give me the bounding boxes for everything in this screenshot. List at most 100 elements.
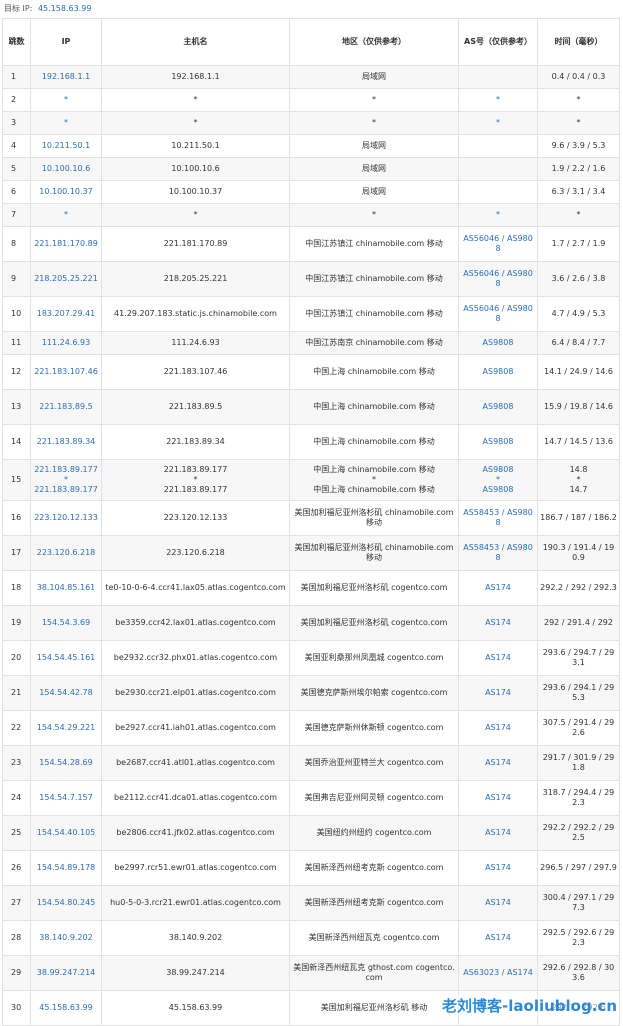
cell-time: 1.9 / 2.2 / 1.6 <box>537 157 620 181</box>
cell-hostname: 221.183.89.34 <box>101 424 290 460</box>
cell-as-link[interactable]: AS174 <box>458 675 538 711</box>
cell-hostname: 223.120.12.133 <box>101 500 290 536</box>
table-row: 5 10.100.10.6 10.100.10.6 局域网 1.9 / 2.2 / 1.… <box>2 157 620 181</box>
cell-region: * <box>289 88 459 112</box>
cell-as-link[interactable]: AS174 <box>458 885 538 921</box>
cell-ip-link[interactable]: 10.100.10.6 <box>30 157 102 181</box>
cell-time: 307.5 / 291.4 / 292.6 <box>537 710 620 746</box>
cell-time: * <box>537 111 620 135</box>
cell-hostname: hu0-5-0-3.rcr21.ewr01.atlas.cogentco.com <box>101 885 290 921</box>
cell-as-link[interactable]: AS9808 <box>458 354 538 390</box>
cell-ip-link[interactable]: 154.54.80.245 <box>30 885 102 921</box>
cell-region: 美国新泽西州纽考克斯 cogentco.com <box>289 850 459 886</box>
target-label: 目标 IP: <box>4 4 33 13</box>
cell-as-link <box>458 134 538 158</box>
cell-time: 3.6 / 2.6 / 3.8 <box>537 261 620 297</box>
cell-hostname: * <box>101 111 290 135</box>
cell-as-link[interactable]: AS174 <box>458 570 538 606</box>
cell-ip-link[interactable]: 221.183.89.177 * 221.183.89.177 <box>30 459 102 501</box>
cell-region: 美国加利福尼亚州洛杉矶 cogentco.com <box>289 570 459 606</box>
cell-as-link[interactable]: AS9808 * AS9808 <box>458 459 538 501</box>
cell-as-link[interactable]: AS63023 / AS174 <box>458 955 538 991</box>
cell-ip-link[interactable]: 192.168.1.1 <box>30 65 102 89</box>
cell-time: 15.9 / 19.8 / 14.6 <box>537 389 620 425</box>
table-header-row: 跳数 IP 主机名 地区（仅供参考） AS号（仅供参考） 时间（毫秒） <box>2 18 620 66</box>
cell-as-link[interactable]: AS174 <box>458 605 538 641</box>
cell-as-link[interactable]: AS58453 / AS9808 <box>458 500 538 536</box>
cell-as-link[interactable]: AS58453 / AS9808 <box>458 535 538 571</box>
cell-ip-link[interactable]: 154.54.28.69 <box>30 745 102 781</box>
cell-as-link[interactable]: AS174 <box>458 640 538 676</box>
cell-region: 中国上海 chinamobile.com 移动 <box>289 424 459 460</box>
cell-as-link[interactable]: AS9808 <box>458 331 538 355</box>
cell-as-link[interactable]: AS56046 / AS9808 <box>458 261 538 297</box>
cell-ip-link[interactable]: 45.158.63.99 <box>30 990 102 1026</box>
cell-hop: 13 <box>2 389 31 425</box>
cell-as-link[interactable]: AS174 <box>458 780 538 816</box>
cell-hostname: 192.168.1.1 <box>101 65 290 89</box>
cell-region: * <box>289 203 459 227</box>
cell-time: 292 / 291.4 / 292 <box>537 605 620 641</box>
cell-time: * <box>537 88 620 112</box>
header-hop: 跳数 <box>2 18 31 66</box>
target-ip-link[interactable]: 45.158.63.99 <box>38 4 91 13</box>
traceroute-table: 跳数 IP 主机名 地区（仅供参考） AS号（仅供参考） 时间（毫秒） 1 192… <box>2 18 620 1026</box>
cell-ip-link[interactable]: 10.100.10.37 <box>30 180 102 204</box>
cell-ip-link[interactable]: 10.211.50.1 <box>30 134 102 158</box>
cell-region: 中国江苏镇江 chinamobile.com 移动 <box>289 226 459 262</box>
cell-ip-link[interactable]: 154.54.3.69 <box>30 605 102 641</box>
table-row: 19 154.54.3.69 be3359.ccr42.lax01.atlas.co… <box>2 605 620 641</box>
cell-ip-link[interactable]: 38.99.247.214 <box>30 955 102 991</box>
cell-ip-link[interactable]: 38.140.9.202 <box>30 920 102 956</box>
cell-ip-link: * <box>30 203 102 227</box>
cell-as-link[interactable]: AS56046 / AS9808 <box>458 226 538 262</box>
cell-ip-link[interactable]: 154.54.45.161 <box>30 640 102 676</box>
cell-region: 中国上海 chinamobile.com 移动 <box>289 354 459 390</box>
cell-ip-link[interactable]: 38.104.85.161 <box>30 570 102 606</box>
cell-as-link[interactable]: AS174 <box>458 745 538 781</box>
cell-ip-link[interactable]: 154.54.89.178 <box>30 850 102 886</box>
cell-ip-link[interactable]: 154.54.40.105 <box>30 815 102 851</box>
cell-as-link[interactable]: AS174 <box>458 815 538 851</box>
cell-ip-link[interactable]: 221.181.170.89 <box>30 226 102 262</box>
cell-ip-link: * <box>30 111 102 135</box>
cell-as-link[interactable]: AS56046 / AS9808 <box>458 296 538 332</box>
cell-ip-link[interactable]: 223.120.6.218 <box>30 535 102 571</box>
cell-ip-link[interactable]: 183.207.29.41 <box>30 296 102 332</box>
cell-time: 0.4 / 0.4 / 0.3 <box>537 65 620 89</box>
cell-as-link[interactable]: AS174 <box>458 850 538 886</box>
table-row: 23 154.54.28.69 be2687.ccr41.atl01.atlas.c… <box>2 745 620 781</box>
table-row: 15 221.183.89.177 * 221.183.89.177 221.183… <box>2 459 620 501</box>
cell-time: 292.5 / 292.6 / 292.3 <box>537 920 620 956</box>
cell-hop: 20 <box>2 640 31 676</box>
cell-ip-link[interactable]: 154.54.42.78 <box>30 675 102 711</box>
cell-ip-link[interactable]: 218.205.25.221 <box>30 261 102 297</box>
cell-ip-link[interactable]: 223.120.12.133 <box>30 500 102 536</box>
cell-as-link[interactable]: AS9808 <box>458 389 538 425</box>
cell-time: 1.7 / 2.7 / 1.9 <box>537 226 620 262</box>
cell-hostname: 41.29.207.183.static.js.chinamobile.com <box>101 296 290 332</box>
cell-as-link[interactable]: AS174 <box>458 920 538 956</box>
cell-as-link[interactable]: AS174 <box>458 710 538 746</box>
cell-hop: 14 <box>2 424 31 460</box>
cell-region: 美国新泽西州纽考克斯 cogentco.com <box>289 885 459 921</box>
table-row: 6 10.100.10.37 10.100.10.37 局域网 6.3 / 3.1 / … <box>2 180 620 204</box>
cell-hop: 30 <box>2 990 31 1026</box>
cell-ip-link[interactable]: 221.183.89.34 <box>30 424 102 460</box>
cell-ip-link[interactable]: 111.24.6.93 <box>30 331 102 355</box>
cell-hop: 3 <box>2 111 31 135</box>
table-row: 28 38.140.9.202 38.140.9.202 美国新泽西州纽瓦克 coge… <box>2 920 620 956</box>
cell-time: 292.2 / 292.2 / 292.5 <box>537 815 620 851</box>
cell-as-link[interactable]: AS9808 <box>458 424 538 460</box>
cell-as-link <box>458 180 538 204</box>
cell-ip-link[interactable]: 221.183.89.5 <box>30 389 102 425</box>
cell-ip-link[interactable]: 154.54.7.157 <box>30 780 102 816</box>
table-row: 25 154.54.40.105 be2806.ccr41.jfk02.atlas.… <box>2 815 620 851</box>
cell-hostname: 45.158.63.99 <box>101 990 290 1026</box>
cell-hop: 8 <box>2 226 31 262</box>
cell-region: 中国江苏南京 chinamobile.com 移动 <box>289 331 459 355</box>
cell-region: 局域网 <box>289 65 459 89</box>
cell-ip-link[interactable]: 221.183.107.46 <box>30 354 102 390</box>
cell-hostname: 10.100.10.6 <box>101 157 290 181</box>
cell-ip-link[interactable]: 154.54.29.221 <box>30 710 102 746</box>
